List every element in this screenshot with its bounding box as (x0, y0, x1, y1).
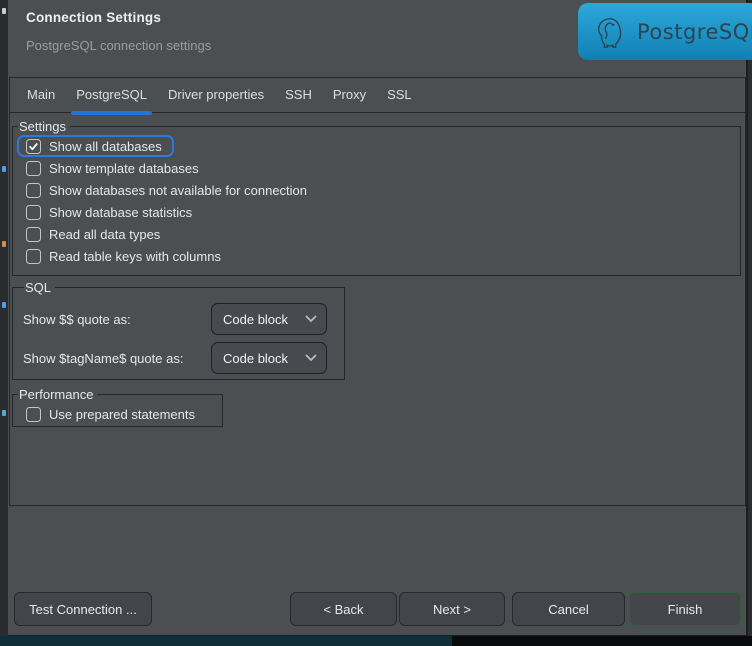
dollar-quote-label: Show $$ quote as: (23, 312, 211, 327)
checkbox-label: Use prepared statements (49, 407, 195, 422)
finish-button[interactable]: Finish (629, 592, 741, 626)
postgresql-logo: PostgreSQL (578, 3, 752, 60)
checkbox-box (26, 227, 41, 242)
bottom-strip-teal (0, 636, 452, 646)
background-right-strip (748, 60, 752, 646)
check-icon (28, 141, 39, 152)
checkbox-show-all-databases[interactable]: Show all databases (17, 135, 174, 157)
back-button[interactable]: < Back (290, 592, 397, 626)
background-speck (2, 166, 6, 172)
dollar-quote-row: Show $$ quote as: Code block (23, 303, 344, 335)
cancel-button[interactable]: Cancel (512, 592, 625, 626)
logo-wordmark: PostgreSQL (637, 20, 752, 44)
performance-group: Performance Use prepared statements (12, 387, 223, 427)
checkbox-box (26, 183, 41, 198)
tab-postgresql[interactable]: PostgreSQL (76, 78, 147, 113)
tagname-quote-select[interactable]: Code block (211, 342, 327, 374)
checkbox-show-template-databases[interactable]: Show template databases (17, 157, 211, 179)
settings-group-title: Settings (18, 119, 70, 134)
checkbox-read-table-keys[interactable]: Read table keys with columns (17, 245, 233, 267)
checkbox-box (26, 249, 41, 264)
tab-content: Settings Show all databases Show templat… (10, 113, 745, 505)
checkbox-label: Read all data types (49, 227, 160, 242)
tagname-quote-row: Show $tagName$ quote as: Code block (23, 342, 344, 374)
checkbox-label: Read table keys with columns (49, 249, 221, 264)
page-subtitle: PostgreSQL connection settings (26, 38, 211, 53)
checkbox-label: Show all databases (49, 139, 162, 154)
checkbox-label: Show database statistics (49, 205, 192, 220)
next-button[interactable]: Next > (399, 592, 505, 626)
tab-ssl[interactable]: SSL (387, 78, 412, 113)
checkbox-read-all-data-types[interactable]: Read all data types (17, 223, 172, 245)
sql-group: SQL Show $$ quote as: Code block Show $t… (12, 280, 345, 380)
background-left-strip (0, 0, 8, 646)
tab-ssh[interactable]: SSH (285, 78, 312, 113)
tagname-quote-label: Show $tagName$ quote as: (23, 351, 211, 366)
chevron-down-icon (305, 315, 317, 323)
checkbox-show-database-statistics[interactable]: Show database statistics (17, 201, 204, 223)
checkbox-label: Show template databases (49, 161, 199, 176)
checkbox-box (26, 139, 41, 154)
checkbox-use-prepared-statements[interactable]: Use prepared statements (17, 403, 207, 425)
checkbox-box (26, 161, 41, 176)
tab-driver-properties[interactable]: Driver properties (168, 78, 264, 113)
dollar-quote-select[interactable]: Code block (211, 303, 327, 335)
postgresql-elephant-icon (593, 15, 627, 49)
checkbox-box (26, 407, 41, 422)
test-connection-button[interactable]: Test Connection ... (14, 592, 152, 626)
checkbox-label: Show databases not available for connect… (49, 183, 307, 198)
settings-group: Settings Show all databases Show templat… (12, 119, 741, 276)
dollar-quote-value: Code block (223, 312, 305, 327)
background-speck (2, 8, 6, 14)
background-speck (2, 241, 6, 247)
tab-main[interactable]: Main (27, 78, 55, 113)
background-speck (2, 302, 6, 308)
checkbox-show-databases-not-available[interactable]: Show databases not available for connect… (17, 179, 319, 201)
chevron-down-icon (305, 354, 317, 362)
tab-folder: Main PostgreSQL Driver properties SSH Pr… (9, 77, 746, 506)
checkbox-box (26, 205, 41, 220)
bottom-strip (0, 636, 752, 646)
tab-bar: Main PostgreSQL Driver properties SSH Pr… (10, 78, 745, 113)
tab-proxy[interactable]: Proxy (333, 78, 366, 113)
sql-group-title: SQL (24, 280, 55, 295)
bottom-strip-dark (452, 636, 752, 646)
page-title: Connection Settings (26, 10, 161, 25)
performance-group-title: Performance (18, 387, 97, 402)
background-speck (2, 410, 6, 416)
tagname-quote-value: Code block (223, 351, 305, 366)
connection-settings-dialog: Connection Settings PostgreSQL connectio… (8, 0, 748, 636)
